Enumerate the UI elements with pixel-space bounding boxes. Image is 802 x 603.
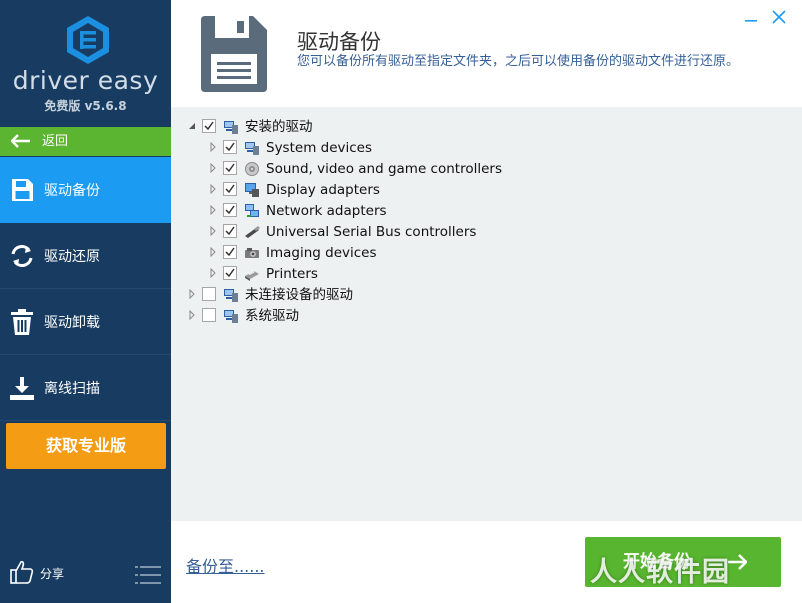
download-tray-icon	[10, 377, 34, 400]
window-controls	[742, 8, 792, 28]
tree-row-label: Universal Serial Bus controllers	[266, 224, 477, 240]
sidebar: driver easy 免费版 v5.6.8 返回 驱动备份 驱动还原 驱动卸载…	[0, 0, 171, 603]
tree-checkbox[interactable]	[223, 203, 237, 217]
tree-row-label: 未连接设备的驱动	[245, 287, 353, 303]
tree-checkbox[interactable]	[202, 308, 216, 322]
page-description: 您可以备份所有驱动至指定文件夹，之后可以使用备份的驱动文件进行还原。	[297, 54, 740, 69]
network-icon	[245, 204, 259, 217]
sidebar-item-label: 驱动备份	[44, 183, 100, 199]
restore-arrows-icon	[11, 245, 33, 267]
checkmark-icon	[225, 142, 235, 152]
tree-row-label: Display adapters	[266, 182, 380, 198]
driver-tree: 安装的驱动 System devices Sound, video and game…	[171, 107, 802, 521]
driver-easy-logo-icon	[67, 16, 109, 64]
speaker-icon	[245, 162, 259, 176]
trash-icon	[11, 309, 33, 335]
tree-row-label: System devices	[266, 140, 373, 156]
back-button[interactable]: 返回	[0, 127, 171, 156]
printer-icon	[245, 271, 259, 281]
floppy-disk-icon	[201, 16, 267, 92]
sidebar-item-driver-backup[interactable]: 驱动备份	[0, 157, 171, 223]
caret-collapsed-icon[interactable]	[208, 184, 218, 194]
tree-row-label: Sound, video and game controllers	[266, 161, 502, 177]
checkmark-icon	[225, 163, 235, 173]
page-title: 驱动备份	[297, 30, 381, 54]
tree-checkbox[interactable]	[202, 287, 216, 301]
tree-checkbox[interactable]	[202, 119, 216, 133]
sidebar-item-driver-restore[interactable]: 驱动还原	[0, 223, 171, 289]
caret-collapsed-icon[interactable]	[208, 268, 218, 278]
tree-row-label: Imaging devices	[266, 245, 377, 261]
hamburger-menu-icon[interactable]	[135, 566, 161, 584]
share-label: 分享	[40, 567, 65, 581]
tree-row-label: Network adapters	[266, 203, 387, 219]
checkmark-icon	[204, 121, 214, 131]
checkmark-icon	[225, 268, 235, 278]
main-panel: 驱动备份 您可以备份所有驱动至指定文件夹，之后可以使用备份的驱动文件进行还原。 …	[171, 0, 802, 603]
computer-icon	[224, 289, 238, 302]
sidebar-item-label: 离线扫描	[44, 381, 100, 397]
tree-row-label: 安装的驱动	[245, 119, 313, 135]
tree-checkbox[interactable]	[223, 140, 237, 154]
minimize-icon[interactable]	[742, 8, 760, 26]
back-label: 返回	[42, 134, 69, 149]
close-icon[interactable]	[770, 8, 788, 26]
floppy-disk-icon	[12, 179, 33, 201]
checkmark-icon	[225, 184, 235, 194]
brand-version: 免费版 v5.6.8	[44, 99, 127, 113]
caret-collapsed-icon[interactable]	[208, 163, 218, 173]
checkmark-icon	[225, 247, 235, 257]
get-pro-button[interactable]: 获取专业版	[6, 423, 166, 469]
monitor-icon	[245, 183, 259, 197]
checkmark-icon	[225, 226, 235, 236]
arrow-right-icon	[728, 554, 747, 570]
thumbs-up-icon	[10, 560, 34, 584]
tree-row-label: 系统驱动	[245, 308, 299, 324]
computer-icon	[224, 121, 238, 134]
computer-icon	[224, 310, 238, 323]
tree-checkbox[interactable]	[223, 224, 237, 238]
backup-to-link[interactable]: 备份至......	[186, 553, 265, 577]
sidebar-item-offline-scan[interactable]: 离线扫描	[0, 355, 171, 421]
caret-collapsed-icon[interactable]	[208, 247, 218, 257]
caret-collapsed-icon[interactable]	[187, 310, 197, 320]
caret-collapsed-icon[interactable]	[208, 226, 218, 236]
computer-icon	[245, 142, 259, 155]
tree-checkbox[interactable]	[223, 161, 237, 175]
tree-checkbox[interactable]	[223, 245, 237, 259]
camera-icon	[245, 248, 259, 258]
watermark-text: 人人软件园	[590, 557, 730, 588]
caret-collapsed-icon[interactable]	[208, 205, 218, 215]
checkmark-icon	[225, 205, 235, 215]
usb-icon	[245, 226, 260, 238]
app-logo: driver easy 免费版 v5.6.8	[0, 0, 171, 125]
sidebar-item-label: 驱动还原	[44, 249, 100, 265]
tree-row-label: Printers	[266, 266, 318, 282]
caret-expanded-icon[interactable]	[187, 121, 197, 131]
sidebar-item-label: 驱动卸载	[44, 315, 100, 331]
sidebar-item-driver-uninstall[interactable]: 驱动卸载	[0, 289, 171, 355]
arrow-left-icon	[11, 134, 30, 148]
caret-collapsed-icon[interactable]	[208, 142, 218, 152]
tree-checkbox[interactable]	[223, 266, 237, 280]
brand-name: driver easy	[12, 66, 159, 95]
tree-checkbox[interactable]	[223, 182, 237, 196]
caret-collapsed-icon[interactable]	[187, 289, 197, 299]
